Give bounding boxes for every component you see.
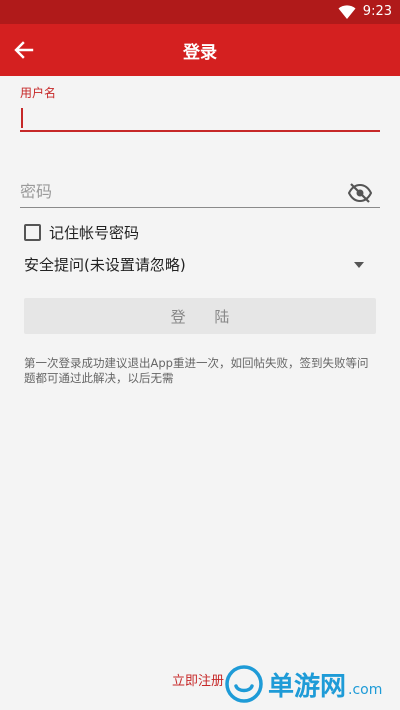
login-hint: 第一次登录成功建议退出App重进一次，如回帖失败，签到失败等问题都可通过此解决，… (24, 356, 369, 385)
username-input[interactable] (20, 102, 380, 132)
remember-me[interactable]: 记住帐号密码 (24, 222, 139, 243)
register-link[interactable]: 立即注册 (172, 670, 224, 689)
remember-checkbox[interactable] (24, 224, 41, 241)
status-bar: 9:23 (0, 0, 400, 24)
watermark-logo-icon (225, 665, 263, 703)
watermark-suffix: .com (348, 682, 383, 698)
login-button[interactable]: 登 陆 (24, 298, 376, 334)
security-question-value: 安全提问(未设置请忽略) (24, 256, 186, 274)
watermark-text: 单游网 (268, 671, 347, 702)
dropdown-arrow-icon (354, 262, 364, 268)
wifi-icon (338, 5, 356, 19)
password-input[interactable] (20, 176, 380, 208)
app-bar: 登录 (0, 24, 400, 76)
security-question-select[interactable]: 安全提问(未设置请忽略) (24, 254, 372, 278)
watermark: 单游网 .com (224, 664, 382, 704)
remember-label: 记住帐号密码 (49, 224, 140, 242)
eye-off-icon[interactable] (348, 181, 372, 205)
status-time: 9:23 (362, 4, 392, 19)
page-title: 登录 (183, 43, 217, 63)
username-label: 用户名 (20, 86, 57, 100)
text-cursor (21, 108, 23, 128)
